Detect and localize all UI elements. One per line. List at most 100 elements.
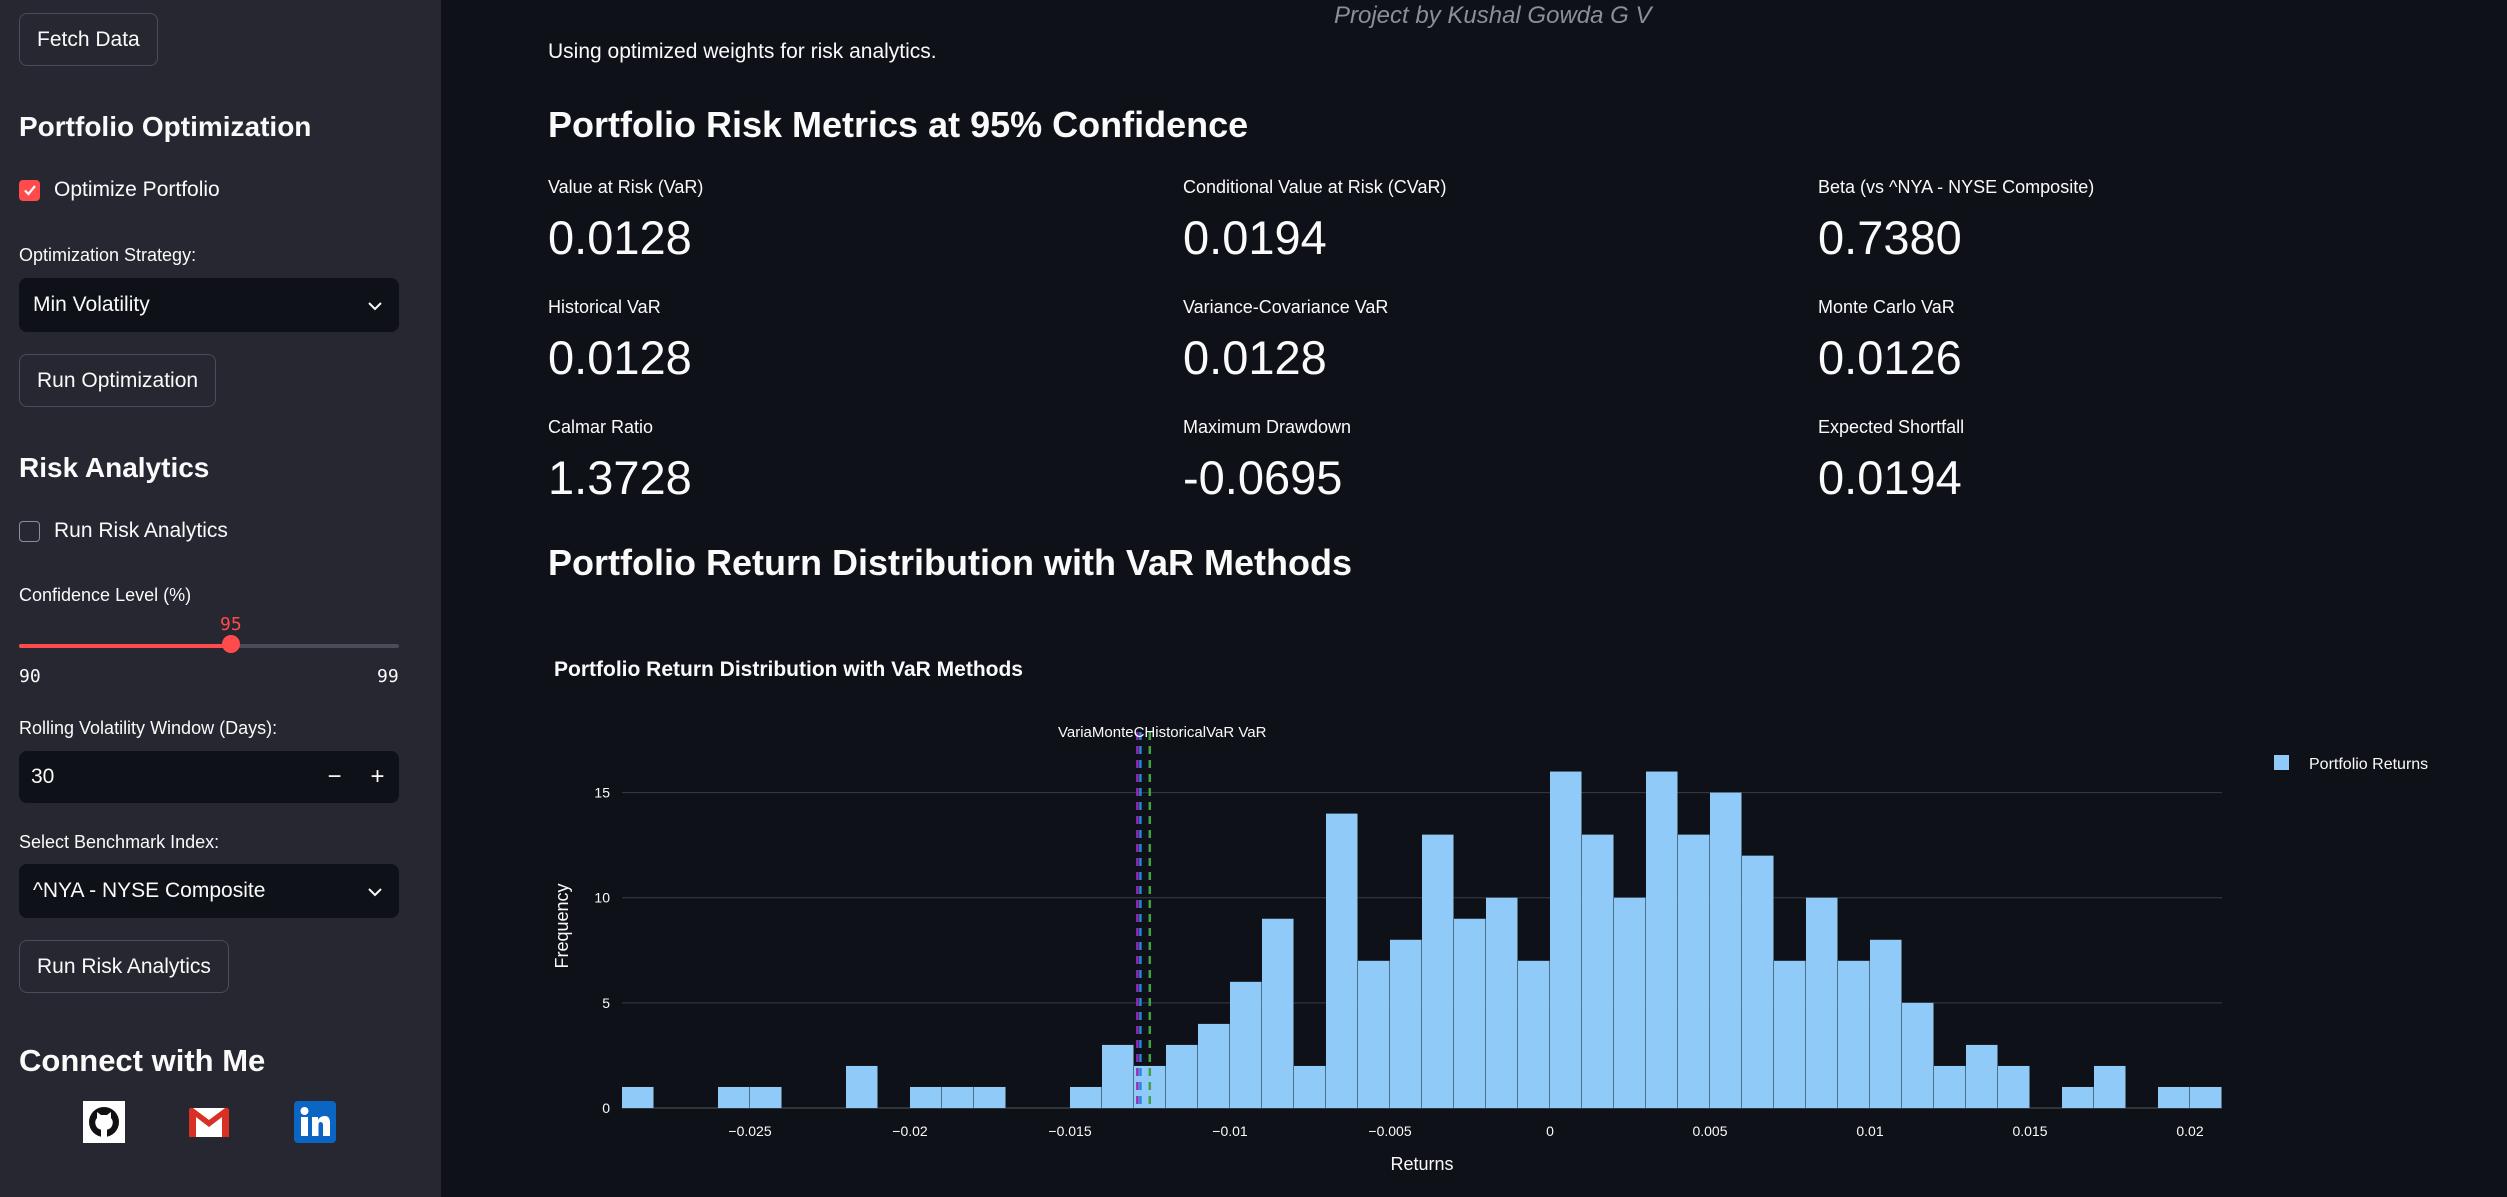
var-lines <box>1136 732 1152 1108</box>
x-tick-label: −0.015 <box>1048 1123 1091 1139</box>
optimize-portfolio-checkbox[interactable]: Optimize Portfolio <box>19 178 220 202</box>
histogram-bar <box>1806 897 1838 1108</box>
optimize-portfolio-label: Optimize Portfolio <box>54 178 220 201</box>
x-axis-ticks: −0.025 −0.02 −0.015 −0.01 −0.005 0 0.005 0.01 0.… <box>728 1123 2203 1139</box>
metric-label: Monte Carlo VaR <box>1818 297 1955 317</box>
histogram-bar <box>1230 981 1262 1108</box>
gmail-icon[interactable] <box>188 1101 230 1143</box>
histogram-bar <box>1518 960 1550 1108</box>
chart-legend[interactable]: Portfolio Returns <box>2274 755 2428 773</box>
histogram-bar <box>1742 855 1774 1108</box>
x-tick-label: 0.02 <box>2176 1123 2203 1139</box>
histogram-bar <box>1422 834 1454 1108</box>
strategy-label: Optimization Strategy: <box>19 245 197 265</box>
fetch-data-button[interactable]: Fetch Data <box>19 13 158 66</box>
x-tick-label: −0.02 <box>892 1123 928 1139</box>
github-icon[interactable] <box>83 1101 125 1143</box>
chevron-down-icon <box>367 879 383 903</box>
histogram-bar <box>974 1086 1006 1108</box>
x-axis-label: Returns <box>1390 1154 1453 1174</box>
risk-analytics-heading: Risk Analytics <box>19 452 210 483</box>
run-risk-analytics-button[interactable]: Run Risk Analytics <box>19 940 229 993</box>
linkedin-icon[interactable] <box>294 1101 336 1143</box>
rolling-window-value[interactable]: 30 <box>19 765 313 789</box>
checkbox-checked-icon[interactable] <box>19 179 40 201</box>
metric-value: 0.0128 <box>548 331 692 384</box>
optimization-heading: Portfolio Optimization <box>19 111 312 142</box>
histogram-bar <box>1582 834 1614 1108</box>
legend-label: Portfolio Returns <box>2309 756 2428 773</box>
increment-button[interactable]: + <box>356 763 399 791</box>
confidence-slider-track[interactable] <box>19 644 399 648</box>
metrics-heading: Portfolio Risk Metrics at 95% Confidence <box>548 104 1249 145</box>
metric-var: Value at Risk (VaR) 0.0128 <box>548 177 1148 265</box>
histogram-bar <box>1358 960 1390 1108</box>
metric-calmar-ratio: Calmar Ratio 1.3728 <box>548 417 1148 505</box>
x-tick-label: 0.015 <box>2012 1123 2047 1139</box>
return-distribution-chart[interactable]: Portfolio Return Distribution with VaR M… <box>548 640 2448 1180</box>
distribution-heading: Portfolio Return Distribution with VaR M… <box>548 542 1352 583</box>
slider-value: 95 <box>220 614 242 635</box>
histogram-bar <box>942 1086 974 1108</box>
histogram-bar <box>1390 939 1422 1108</box>
histogram-bar <box>1966 1044 1998 1108</box>
strategy-select[interactable]: Min Volatility <box>19 278 399 332</box>
histogram-bar <box>1934 1065 1966 1108</box>
metric-label: Variance-Covariance VaR <box>1183 297 1389 317</box>
y-tick-label: 0 <box>602 1100 610 1116</box>
histogram-bar <box>622 1086 654 1108</box>
histogram-bar <box>1070 1086 1102 1108</box>
metric-value: 0.7380 <box>1818 211 1962 264</box>
info-text: Using optimized weights for risk analyti… <box>548 40 937 63</box>
rolling-window-label: Rolling Volatility Window (Days): <box>19 718 278 738</box>
sidebar: Fetch Data Portfolio Optimization Optimi… <box>0 0 441 1197</box>
run-optimization-button[interactable]: Run Optimization <box>19 354 217 407</box>
metric-label: Value at Risk (VaR) <box>548 177 704 197</box>
metric-cvar: Conditional Value at Risk (CVaR) 0.0194 <box>1183 177 1783 265</box>
benchmark-select[interactable]: ^NYA - NYSE Composite <box>19 864 399 918</box>
y-tick-label: 5 <box>602 995 610 1011</box>
slider-min: 90 <box>19 666 41 687</box>
x-tick-label: 0.01 <box>1856 1123 1883 1139</box>
rolling-window-input[interactable]: 30 − + <box>19 751 399 803</box>
histogram-bar <box>750 1086 782 1108</box>
strategy-value: Min Volatility <box>33 293 150 316</box>
metric-beta: Beta (vs ^NYA - NYSE Composite) 0.7380 <box>1818 177 2418 265</box>
confidence-slider-thumb[interactable] <box>222 635 240 653</box>
x-tick-label: −0.025 <box>728 1123 771 1139</box>
metric-value: 0.0128 <box>548 211 692 264</box>
confidence-level-label: Confidence Level (%) <box>19 585 192 605</box>
histogram-bar <box>1294 1065 1326 1108</box>
histogram-bar <box>2094 1065 2126 1108</box>
histogram-bar <box>1550 771 1582 1108</box>
histogram-bar <box>1710 792 1742 1108</box>
metric-expected-shortfall: Expected Shortfall 0.0194 <box>1818 417 2418 505</box>
histogram-bar <box>1646 771 1678 1108</box>
histogram-bar <box>1326 813 1358 1108</box>
histogram-bar <box>846 1065 878 1108</box>
metric-value: 0.0194 <box>1183 211 1327 264</box>
chevron-down-icon <box>367 293 383 317</box>
histogram-bar <box>718 1086 750 1108</box>
x-tick-label: 0 <box>1546 1123 1554 1139</box>
metric-value: 1.3728 <box>548 451 692 504</box>
metric-label: Maximum Drawdown <box>1183 417 1352 437</box>
histogram-bar <box>1998 1065 2030 1108</box>
histogram-bar <box>1838 960 1870 1108</box>
metric-label: Expected Shortfall <box>1818 417 1965 437</box>
decrement-button[interactable]: − <box>313 763 356 791</box>
metric-value: 0.0128 <box>1183 331 1327 384</box>
histogram-bar <box>1678 834 1710 1108</box>
project-credit: Project by Kushal Gowda G V <box>1334 2 1652 29</box>
checkbox-unchecked-icon[interactable] <box>19 520 40 542</box>
x-tick-label: 0.005 <box>1692 1123 1727 1139</box>
chart-title: Portfolio Return Distribution with VaR M… <box>554 658 1023 681</box>
run-risk-analytics-checkbox[interactable]: Run Risk Analytics <box>19 519 228 543</box>
metric-max-drawdown: Maximum Drawdown -0.0695 <box>1183 417 1783 505</box>
slider-fill <box>19 644 231 648</box>
y-tick-label: 10 <box>594 890 610 906</box>
slider-max: 99 <box>377 666 399 687</box>
histogram-bar <box>1774 960 1806 1108</box>
x-tick-label: −0.01 <box>1212 1123 1248 1139</box>
histogram-bar <box>1166 1044 1198 1108</box>
